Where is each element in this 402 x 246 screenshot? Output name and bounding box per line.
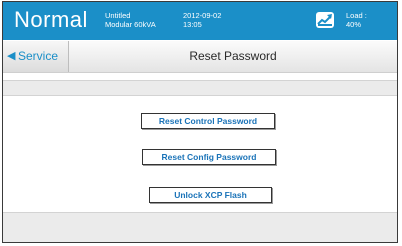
back-service-button[interactable]: ◀ Service (3, 41, 69, 72)
device-model: Modular 60kVA (105, 20, 156, 29)
system-mode: Normal (14, 7, 88, 32)
screen-frame: Normal Untitled Modular 60kVA 2012-09-02… (2, 1, 398, 243)
unlock-xcp-flash-button[interactable]: Unlock XCP Flash (149, 187, 272, 203)
load-value: 40% (346, 20, 362, 29)
top-divider-band (3, 80, 397, 96)
date-time: 2012-09-02 13:05 (183, 11, 221, 29)
load-gauge-icon[interactable] (316, 12, 334, 28)
page-title: Reset Password (189, 49, 277, 63)
reset-control-password-button[interactable]: Reset Control Password (141, 113, 275, 129)
title-bar: ◀ Service Reset Password (3, 41, 397, 73)
triangle-left-icon: ◀ (7, 50, 16, 62)
device-name: Untitled (105, 11, 131, 20)
reset-config-password-button[interactable]: Reset Config Password (142, 149, 276, 165)
bottom-band (3, 212, 397, 242)
load-label: Load : (346, 11, 367, 20)
date: 2012-09-02 (183, 11, 222, 20)
status-bar: Normal Untitled Modular 60kVA 2012-09-02… (3, 2, 397, 40)
load-indicator: Load : 40% (346, 11, 367, 29)
time: 13:05 (183, 20, 202, 29)
back-label: Service (18, 49, 59, 63)
device-info: Untitled Modular 60kVA (105, 11, 156, 29)
